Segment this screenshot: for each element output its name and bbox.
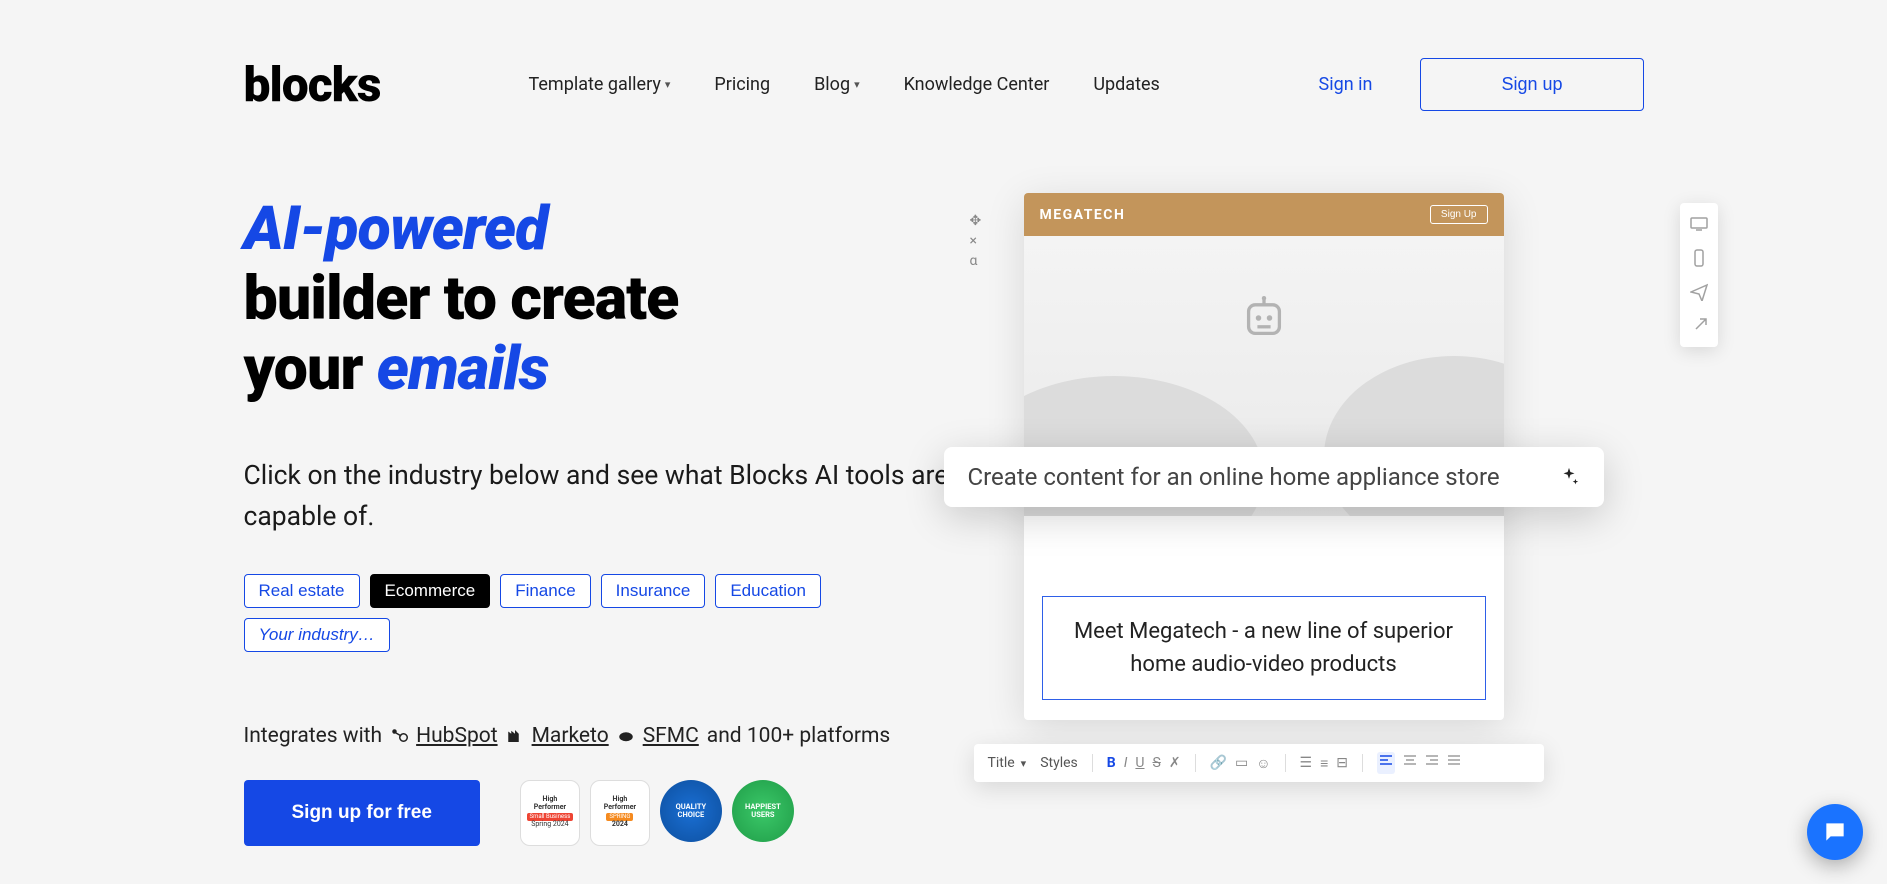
preview-signup-button[interactable]: Sign Up [1430, 205, 1488, 224]
toolbar-styles-select[interactable]: Styles [1040, 755, 1078, 771]
integrates-suffix: and 100+ platforms [707, 724, 890, 748]
preview-brand: MEGATECH [1040, 207, 1126, 223]
clear-format-icon[interactable]: ✗ [1169, 755, 1181, 771]
nav-pricing[interactable]: Pricing [714, 74, 770, 95]
site-header: blocks Template gallery ▾ Pricing Blog ▾… [244, 0, 1644, 113]
align-justify-icon[interactable] [1447, 754, 1461, 772]
sparkle-icon[interactable] [1558, 466, 1580, 488]
hubspot-link[interactable]: HubSpot [416, 724, 497, 748]
bullet-list-icon[interactable]: ☰ [1300, 755, 1313, 771]
badge-g2-high-performer-small-business: High Performer Small Business Spring 202… [520, 780, 580, 846]
tag-finance[interactable]: Finance [500, 574, 590, 608]
nav-template-gallery-label: Template gallery [529, 74, 661, 95]
nav-blog-label: Blog [814, 74, 850, 95]
preview-device-tools [1680, 203, 1718, 347]
marketo-icon [506, 727, 524, 745]
main-nav: Template gallery ▾ Pricing Blog ▾ Knowle… [529, 74, 1160, 95]
headline-emails: emails [377, 332, 549, 404]
chat-icon [1822, 819, 1848, 845]
sfmc-link[interactable]: SFMC [643, 724, 699, 748]
hero-section: AI-powered builder to create your emails… [244, 113, 1644, 846]
badge-happiest-users: HAPPIEST USERS [732, 780, 794, 842]
tag-your-industry[interactable]: Your industry… [244, 618, 390, 652]
badge-quality-choice: QUALITY CHOICE [660, 780, 722, 842]
open-external-icon[interactable] [1690, 317, 1708, 335]
editor-preview: ✥ × α MEGATECH Sign Up [1004, 193, 1644, 846]
industry-tags: Real estate Ecommerce Finance Insurance … [244, 574, 964, 652]
headline-line3a: your [244, 332, 377, 404]
signin-link[interactable]: Sign in [1319, 74, 1373, 95]
mobile-view-icon[interactable] [1690, 249, 1708, 267]
hubspot-icon [390, 727, 408, 745]
chat-widget-button[interactable] [1807, 804, 1863, 860]
underline-icon[interactable]: U [1135, 755, 1144, 771]
signup-free-button[interactable]: Sign up for free [244, 780, 480, 846]
hero-subtitle: Click on the industry below and see what… [244, 455, 964, 537]
ai-prompt-text: Create content for an online home applia… [968, 463, 1500, 491]
preview-email-header: MEGATECH Sign Up [1024, 193, 1504, 236]
badge-g2-high-performer-spring: High Performer SPRING 2024 [590, 780, 650, 846]
robot-placeholder-icon [1242, 296, 1286, 340]
align-center-icon[interactable] [1403, 754, 1417, 772]
italic-icon[interactable]: I [1124, 755, 1128, 771]
tag-insurance[interactable]: Insurance [601, 574, 706, 608]
text-icon[interactable]: α [970, 253, 982, 269]
tag-ecommerce[interactable]: Ecommerce [370, 574, 491, 608]
ai-prompt-input[interactable]: Create content for an online home applia… [944, 447, 1604, 507]
signup-button[interactable]: Sign up [1420, 58, 1643, 111]
tag-real-estate[interactable]: Real estate [244, 574, 360, 608]
align-right-icon[interactable] [1425, 754, 1439, 772]
logo[interactable]: blocks [244, 56, 381, 113]
bold-icon[interactable]: B [1107, 755, 1116, 771]
desktop-view-icon[interactable] [1690, 215, 1708, 233]
send-icon[interactable] [1690, 283, 1708, 301]
image-icon[interactable]: ▭ [1235, 755, 1248, 771]
nav-knowledge-center[interactable]: Knowledge Center [904, 74, 1050, 95]
align-left-icon[interactable] [1377, 752, 1395, 774]
close-icon[interactable]: × [970, 233, 982, 249]
chevron-down-icon: ▾ [665, 78, 671, 91]
nav-updates[interactable]: Updates [1093, 74, 1159, 95]
preview-text-block[interactable]: Meet Megatech - a new line of superior h… [1042, 596, 1486, 700]
nav-template-gallery[interactable]: Template gallery ▾ [529, 74, 671, 95]
integrates-prefix: Integrates with [244, 724, 383, 748]
emoji-icon[interactable]: ☺ [1256, 755, 1270, 772]
link-icon[interactable]: 🔗 [1210, 755, 1227, 771]
move-handle-icon[interactable]: ✥ [970, 213, 982, 229]
nav-blog[interactable]: Blog ▾ [814, 74, 860, 95]
headline: AI-powered builder to create your emails [244, 193, 964, 403]
headline-ai-powered: AI-powered [244, 192, 548, 264]
checklist-icon[interactable]: ⊟ [1336, 755, 1348, 771]
rich-text-toolbar: Title ▾ Styles B I U S ✗ [974, 744, 1544, 782]
marketo-link[interactable]: Marketo [532, 724, 609, 748]
block-handles[interactable]: ✥ × α [970, 213, 982, 269]
strikethrough-icon[interactable]: S [1153, 755, 1161, 771]
numbered-list-icon[interactable]: ≡ [1320, 755, 1328, 772]
toolbar-title-select[interactable]: Title ▾ [988, 755, 1027, 771]
chevron-down-icon: ▾ [1021, 757, 1027, 770]
headline-line2: builder to create [244, 262, 679, 334]
chevron-down-icon: ▾ [854, 78, 860, 91]
sfmc-icon [617, 727, 635, 745]
integrations-line: Integrates with HubSpot Marketo SFMC and… [244, 724, 964, 748]
tag-education[interactable]: Education [715, 574, 821, 608]
award-badges: High Performer Small Business Spring 202… [520, 780, 794, 846]
